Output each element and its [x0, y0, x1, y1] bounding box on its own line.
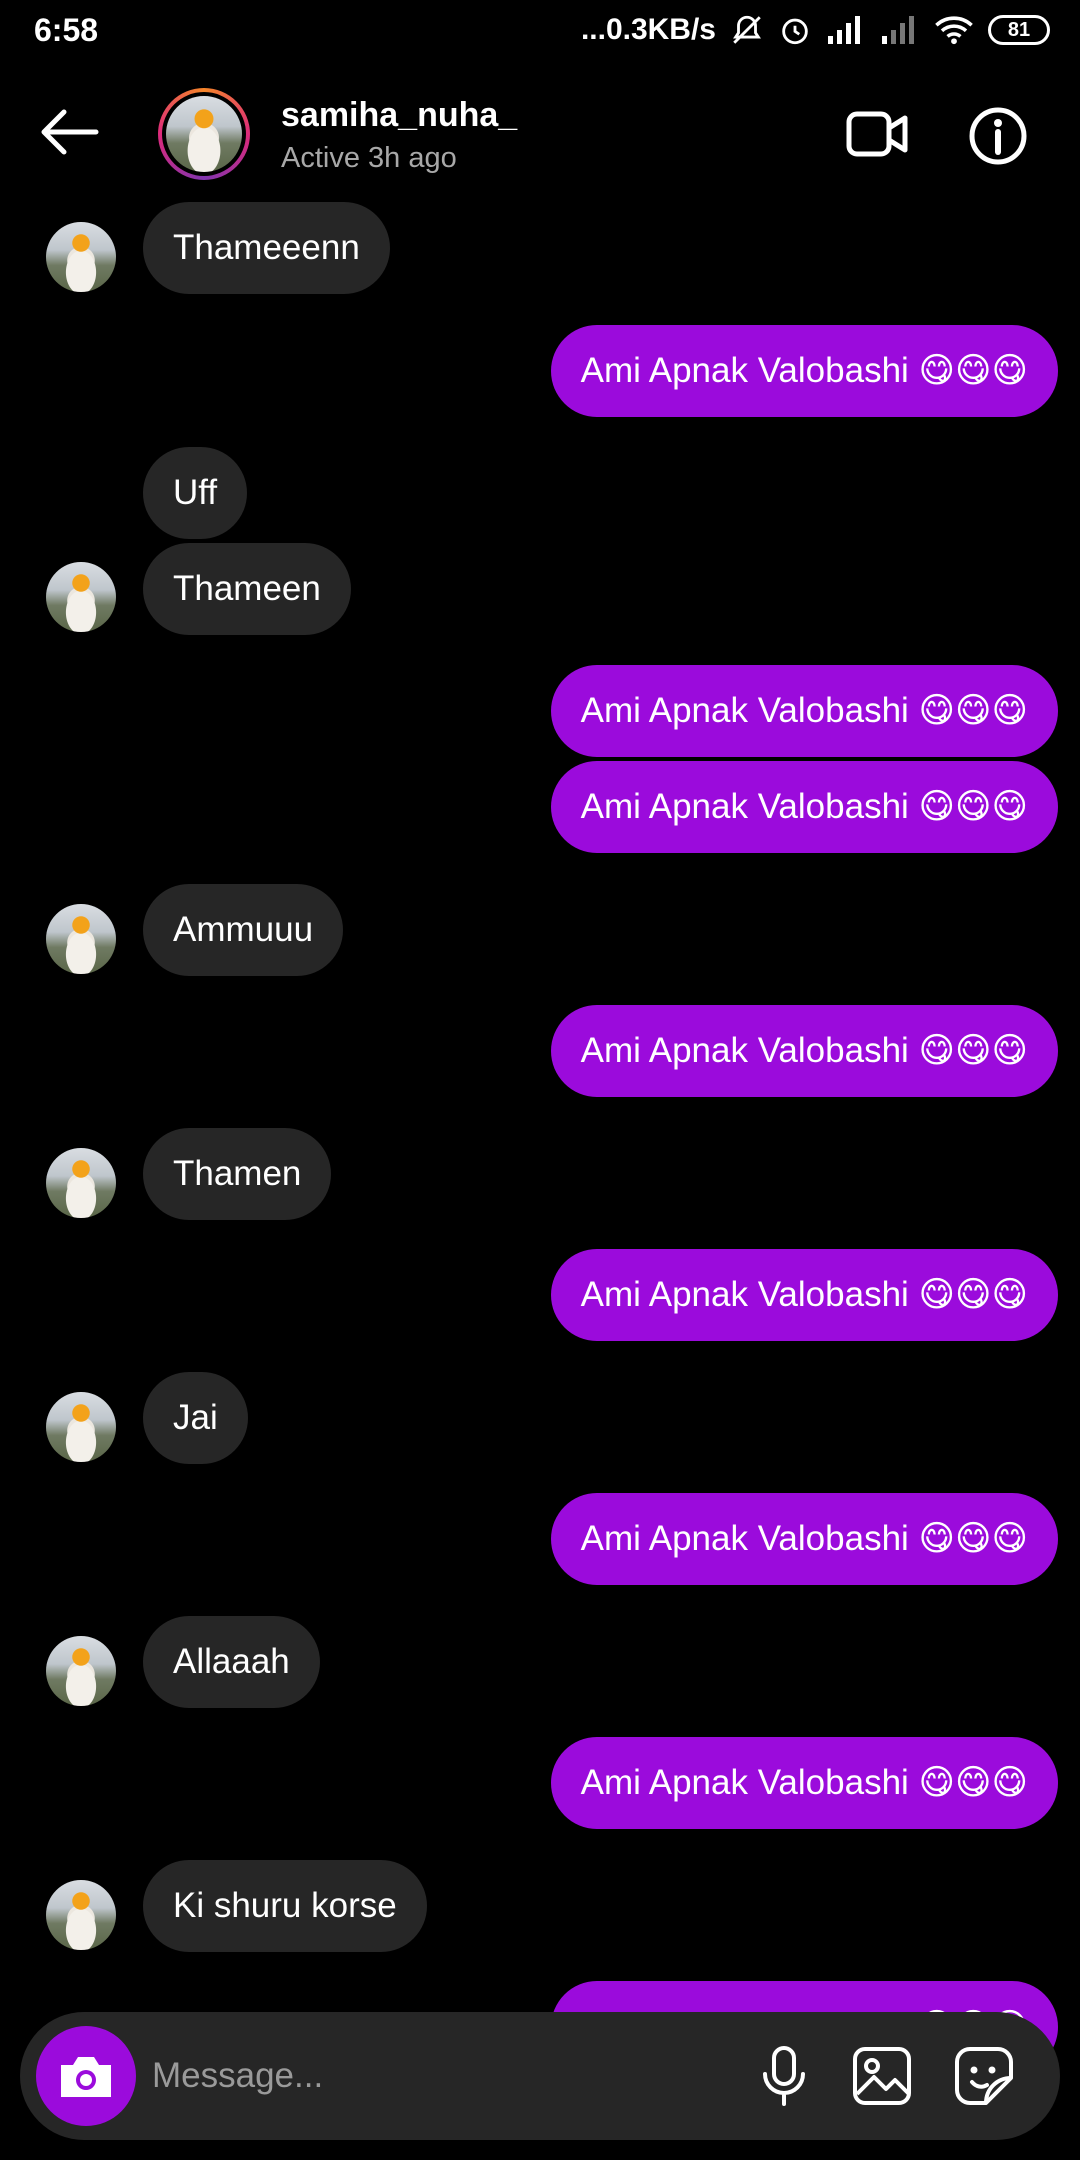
gallery-button[interactable]	[850, 2044, 914, 2108]
sender-avatar[interactable]	[46, 1148, 116, 1218]
status-bar: 6:58 ...0.3KB/s 81	[0, 0, 1080, 62]
mute-icon	[730, 13, 764, 47]
status-time: 6:58	[34, 12, 99, 48]
message-bubble-sent[interactable]: Ami Apnak Valobashi 😋😋😋	[550, 1249, 1058, 1341]
info-button[interactable]	[968, 106, 1028, 166]
message-input[interactable]	[152, 2042, 712, 2110]
message-bubble-sent[interactable]: Ami Apnak Valobashi 😋😋😋	[550, 1005, 1058, 1097]
message-bubble-received[interactable]: Thameeenn	[143, 202, 390, 294]
message-bubble-received[interactable]: Thamen	[143, 1128, 332, 1220]
sticker-button[interactable]	[952, 2044, 1016, 2108]
active-status: Active 3h ago	[281, 142, 457, 174]
sender-avatar[interactable]	[46, 1880, 116, 1950]
sticker-icon	[955, 2047, 1013, 2105]
message-bubble-sent[interactable]: Ami Apnak Valobashi 😋😋😋	[550, 665, 1058, 757]
video-call-button[interactable]	[846, 108, 910, 160]
info-icon	[969, 107, 1027, 165]
message-bubble-sent[interactable]: Ami Apnak Valobashi 😋😋😋	[550, 761, 1058, 853]
message-bubble-received[interactable]: Jai	[143, 1372, 248, 1464]
wifi-icon	[934, 14, 974, 46]
message-bubble-sent[interactable]: Ami Apnak Valobashi 😋😋😋	[550, 1493, 1058, 1585]
alarm-icon	[778, 13, 812, 47]
message-bubble-received[interactable]: Allaaah	[143, 1616, 320, 1708]
camera-icon	[61, 2057, 111, 2097]
message-bubble-received[interactable]: Uff	[143, 447, 248, 539]
status-icons: ...0.3KB/s 81	[581, 10, 1050, 50]
sender-avatar[interactable]	[46, 1636, 116, 1706]
microphone-button[interactable]	[752, 2044, 816, 2108]
avatar-image	[166, 96, 242, 172]
sender-avatar[interactable]	[46, 904, 116, 974]
network-speed: ...0.3KB/s	[580, 13, 716, 46]
signal-2-icon	[880, 14, 920, 46]
back-button[interactable]	[36, 107, 106, 157]
camera-button[interactable]	[36, 2026, 136, 2126]
profile-avatar[interactable]	[158, 88, 250, 180]
message-bubble-sent[interactable]: Ami Apnak Valobashi 😋😋😋	[550, 1737, 1058, 1829]
signal-icon	[826, 14, 866, 46]
chat-header: samiha_nuha_ Active 3h ago	[0, 62, 1080, 212]
microphone-icon	[763, 2046, 805, 2106]
video-call-icon	[846, 111, 908, 157]
sender-avatar[interactable]	[46, 562, 116, 632]
sender-avatar[interactable]	[46, 222, 116, 292]
message-bubble-received[interactable]: Ammuuu	[143, 884, 344, 976]
arrow-left-icon	[41, 109, 99, 155]
message-bubble-received[interactable]: Ki shuru korse	[143, 1860, 427, 1952]
message-bubble-sent[interactable]: Ami Apnak Valobashi 😋😋😋	[550, 325, 1058, 417]
battery-indicator: 81	[988, 15, 1050, 45]
chat-username[interactable]: samiha_nuha_	[281, 96, 517, 135]
message-composer	[20, 2012, 1060, 2140]
sender-avatar[interactable]	[46, 1392, 116, 1462]
gallery-icon	[853, 2047, 911, 2105]
message-bubble-received[interactable]: Thameen	[143, 543, 351, 635]
